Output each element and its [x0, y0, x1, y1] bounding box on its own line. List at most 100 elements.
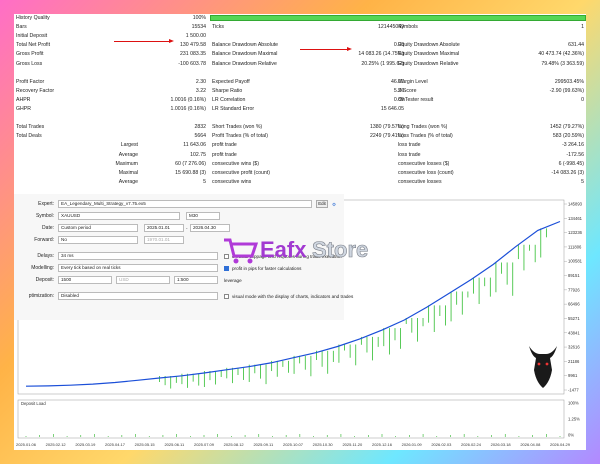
expert-select[interactable]: EA_Legendary_Multi_Strategy_v7.75.ex5 — [58, 200, 312, 208]
edit-button[interactable]: Edit — [316, 200, 328, 208]
bull-icon — [529, 346, 557, 388]
y-tick-label: 77926 — [568, 287, 580, 292]
stat-value: 40 473.74 (42.36%) — [538, 51, 584, 58]
deposit-input[interactable]: 1500 — [58, 276, 112, 284]
pips-checkbox[interactable] — [224, 266, 229, 271]
date-to-input[interactable]: 2026.04.30 — [190, 224, 230, 232]
deposit-label: Deposit: — [35, 277, 54, 283]
modelling-select[interactable]: Every tick based on real ticks — [58, 264, 218, 272]
stat-label: Recovery Factor — [16, 87, 55, 94]
eafxstore-logo: Eafx Store — [224, 237, 369, 264]
y-tick-label: 43841 — [568, 330, 580, 335]
stat-label: Average — [118, 151, 138, 158]
optimization-select[interactable]: Disabled — [58, 292, 218, 300]
stat-label: Sharpe Ratio — [212, 87, 243, 94]
stat-label: Gross Profit — [16, 51, 44, 58]
stats-row: Average 102.75 profit trade loss trade -172.… — [14, 152, 586, 160]
x-tick-label: 2026.04.08 — [520, 442, 541, 447]
cart-icon — [224, 238, 259, 264]
stat-label: Long Trades (won %) — [398, 124, 448, 131]
x-tick-label: 2025.08.12 — [224, 442, 245, 447]
stat-label: Profit Trades (% of total) — [212, 133, 268, 140]
stat-value: 299503.45% — [554, 78, 584, 85]
stat-value: 2249 (79.41%) — [369, 133, 404, 140]
x-tick-label: 2025.12.16 — [372, 442, 393, 447]
logo-text-a: Eafx — [260, 237, 307, 262]
stat-value: 5.96 — [393, 87, 404, 94]
x-tick-label: 2025.01.06 — [16, 442, 37, 447]
x-tick-label: 2026.04.29 — [550, 442, 571, 447]
deposit-load-area — [17, 399, 565, 439]
stat-label: 6 (-998.45) — [558, 160, 584, 167]
leverage-select[interactable]: 1:500 — [174, 276, 218, 284]
stat-label: 5 — [581, 178, 584, 185]
date-label: Date: — [42, 225, 54, 231]
stat-value: 2832 — [194, 124, 206, 131]
red-arrow-drawdown — [300, 47, 352, 51]
load-tick-label: 1.25% — [568, 417, 580, 422]
stat-label: Total Trades — [16, 124, 45, 131]
gear-icon[interactable]: ⚙ — [332, 200, 336, 209]
stat-label: Maximum — [115, 160, 138, 167]
stat-value: 1 — [581, 24, 584, 31]
currency-select[interactable]: USD — [116, 276, 170, 284]
tester-panel: 145893 134461 123236 111806 100581 89151 77926… — [14, 194, 586, 450]
stats-row: Total Trades 2832 Short Trades (won %) 1380… — [14, 124, 586, 132]
y-tick-label: 89151 — [568, 273, 580, 278]
stat-label: History Quality — [16, 15, 50, 21]
forward-date-input[interactable]: 1970.01.01 — [144, 236, 184, 244]
stat-value: 5 — [203, 178, 206, 185]
stat-label: LR Correlation — [212, 96, 246, 103]
stat-label: Equity Drawdown Relative — [398, 60, 459, 67]
stat-label: consecutive wins ($) — [212, 160, 259, 167]
date-from-input[interactable]: 2025.01.01 — [144, 224, 184, 232]
stat-value: 1.0016 (0.16%) — [170, 96, 206, 103]
y-tick-label: 9961 — [568, 373, 578, 378]
stat-label: Balance Drawdown Absolute — [212, 42, 279, 49]
stat-label: Profit Factor — [16, 78, 45, 85]
y-tick-label: -1477 — [568, 388, 579, 393]
timeframe-select[interactable]: M30 — [186, 212, 220, 220]
forward-select[interactable]: No — [58, 236, 138, 244]
x-tick-label: 2025.11.20 — [342, 442, 362, 447]
stat-label: Loss Trades (% of total) — [398, 133, 453, 140]
stats-row: AHPR 1.0016 (0.16%) LR Correlation 0.89 OnTe… — [14, 97, 586, 105]
stats-row: Gross Loss -100 603.78 Balance Drawdown Re… — [14, 61, 586, 69]
stats-row: Largest 11 643.06 profit trade loss trade -3… — [14, 142, 586, 150]
x-tick-label: 2025.07.09 — [194, 442, 215, 447]
x-tick-label: 2026.03.18 — [491, 442, 512, 447]
stat-label: LR Standard Error — [212, 106, 255, 112]
stat-value: 1380 (79.57%) — [369, 124, 404, 131]
delays-select[interactable]: 34 ms — [58, 252, 218, 260]
symbol-select[interactable]: XAUUSD — [58, 212, 180, 220]
stat-label: Ticks — [212, 24, 224, 31]
stats-row: Average 5 consecutive wins consecutive loss… — [14, 179, 586, 187]
leverage-label: leverage — [224, 278, 242, 283]
stat-value: loss trade — [398, 142, 421, 149]
stat-value: 20.25% (1 995.62) — [361, 60, 404, 67]
stat-value: 46.07 — [391, 78, 404, 85]
y-tick-label: 145893 — [568, 202, 583, 207]
stat-value: 100% — [192, 15, 206, 21]
stat-value: 0.00 — [393, 42, 404, 49]
delays-label: Delays: — [37, 253, 54, 259]
load-tick-label: 0% — [568, 433, 574, 438]
stat-value: 1452 (79.27%) — [549, 124, 584, 131]
stat-label: Equity Drawdown Maximal — [398, 51, 460, 58]
stat-label: consecutive wins — [212, 178, 252, 185]
deposit-load-label: Deposit Load — [21, 401, 46, 406]
stat-value: 583 (20.59%) — [552, 133, 584, 140]
stat-value: 2.30 — [195, 78, 206, 85]
x-tick-label: 2025.03.19 — [75, 442, 96, 447]
stat-label: Balance Drawdown Relative — [212, 60, 277, 67]
stat-label: profit trade — [212, 142, 237, 149]
stat-value: 15 646.05 — [380, 106, 404, 112]
stat-value: -2.90 (99.63%) — [549, 87, 584, 94]
x-tick-label: 2025.02.12 — [46, 442, 67, 447]
stat-value: 60 (7 276.06) — [175, 160, 206, 167]
stat-value: consecutive loss (count) — [398, 169, 454, 176]
expert-label: Expert: — [38, 201, 54, 207]
visual-mode-checkbox[interactable] — [224, 294, 229, 299]
date-mode-select[interactable]: Custom period — [58, 224, 138, 232]
stat-value: consecutive losses — [398, 178, 442, 185]
